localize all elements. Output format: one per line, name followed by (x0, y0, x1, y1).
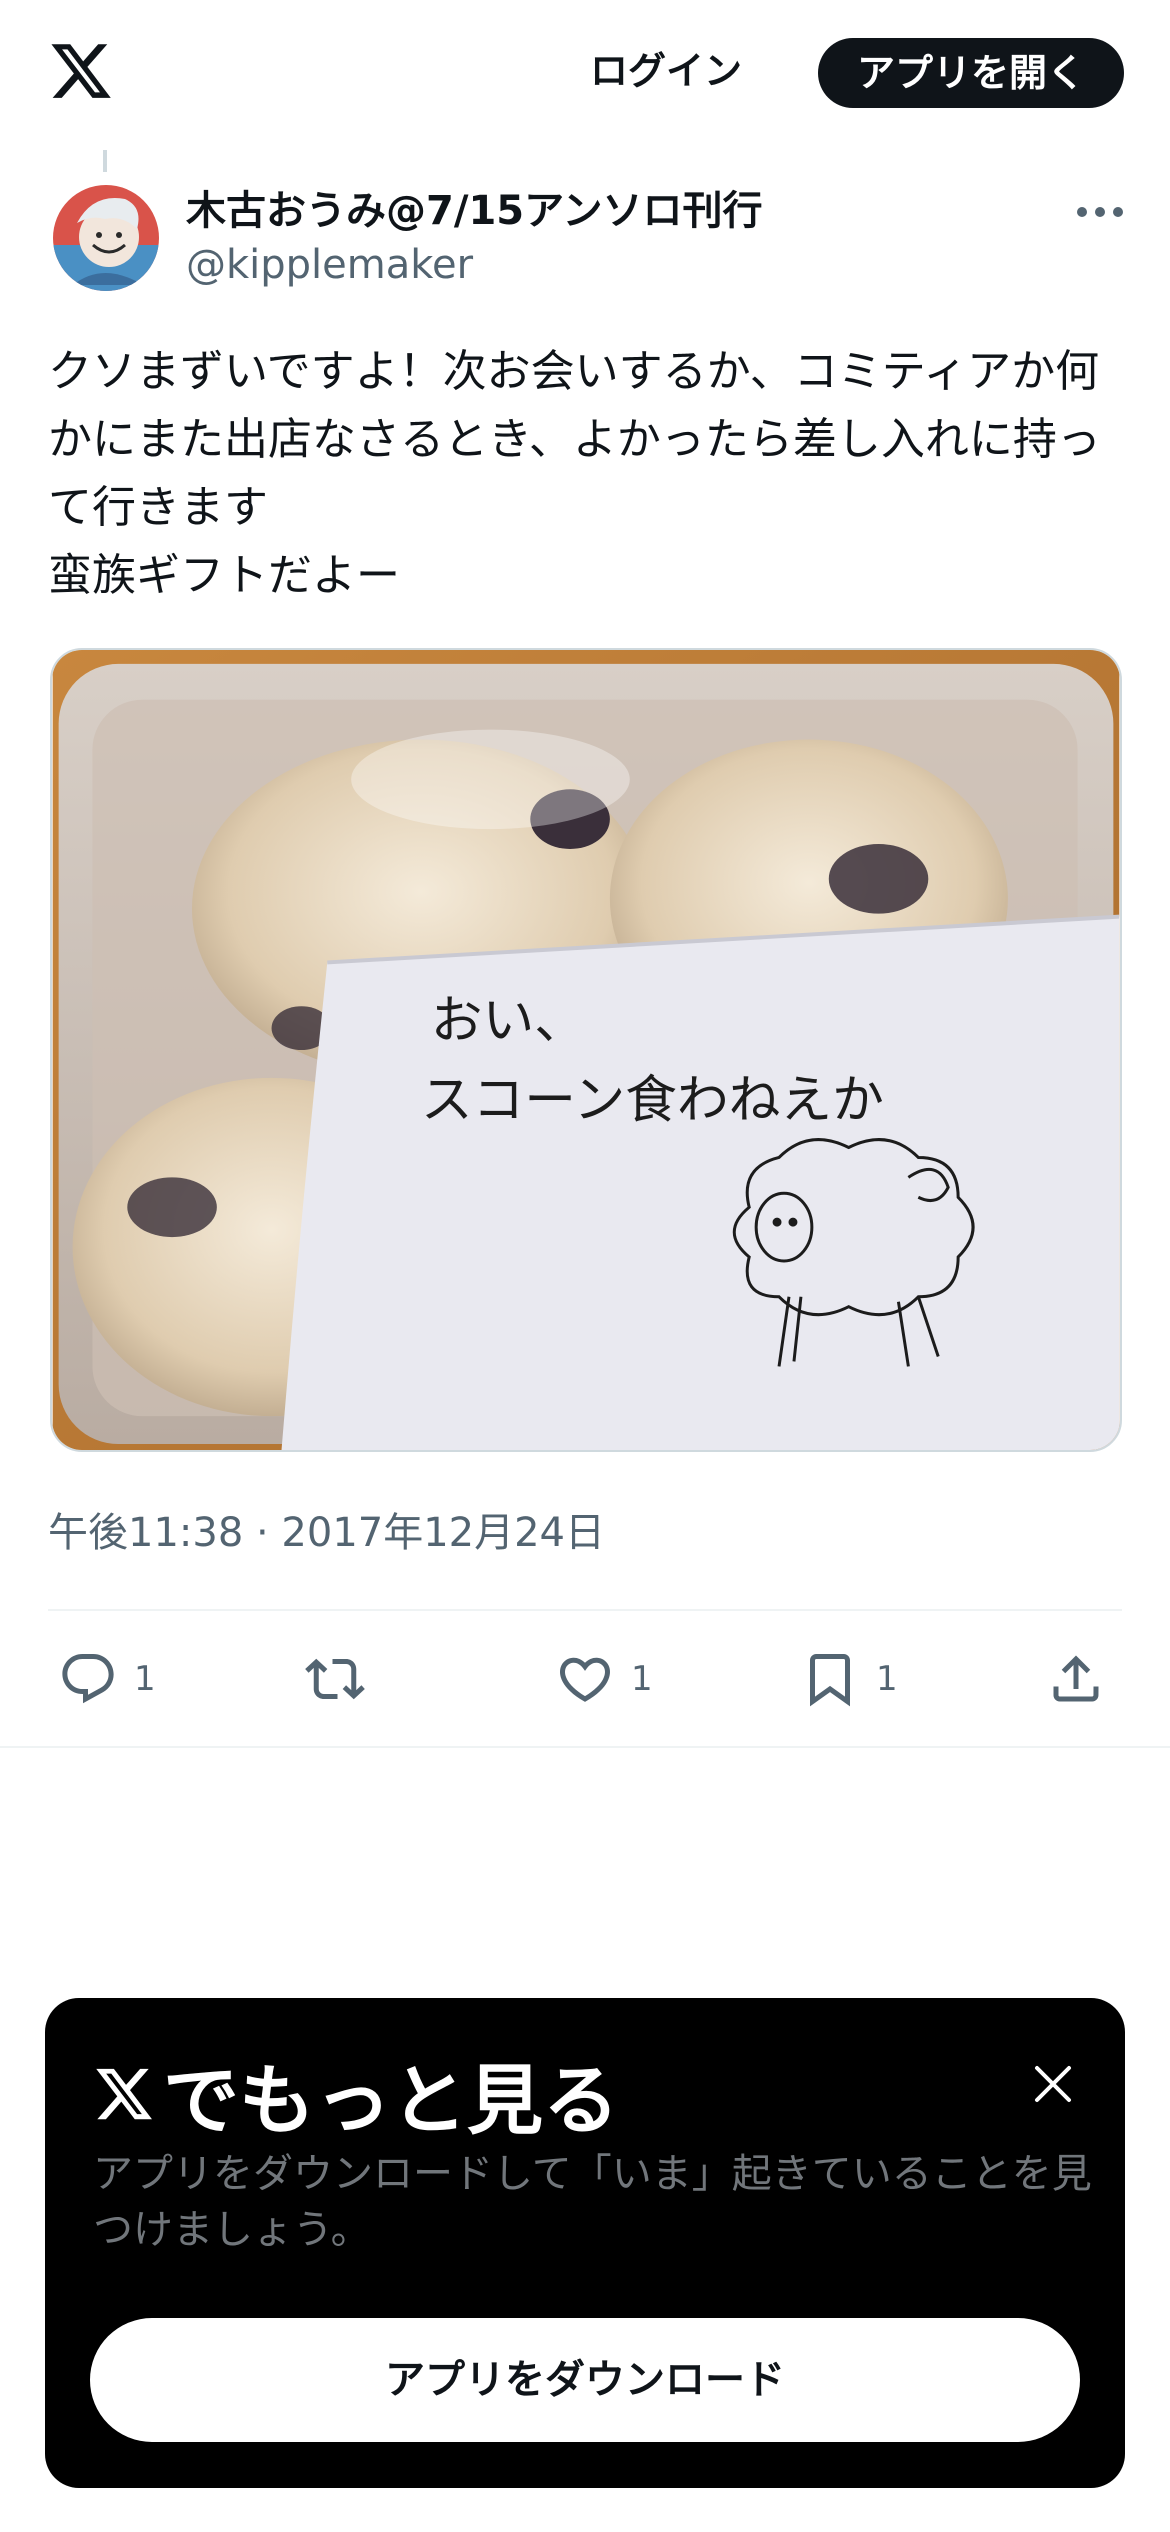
bookmark-icon (810, 1654, 850, 1707)
x-logo-icon[interactable] (48, 38, 114, 104)
bookmark-button[interactable]: 1 (800, 1644, 898, 1714)
download-app-button[interactable]: アプリをダウンロード (90, 2318, 1080, 2442)
note-text-line1: おい、 (431, 991, 586, 1051)
like-button[interactable]: 1 (555, 1644, 653, 1714)
share-button[interactable] (1046, 1644, 1106, 1714)
bookmark-count: 1 (876, 1659, 898, 1699)
login-link[interactable]: ログイン (590, 38, 742, 104)
tweet-timestamp[interactable]: 午後11:38 · 2017年12月24日 (48, 1500, 605, 1558)
promo-title-text: でもっと見る (163, 2056, 619, 2145)
top-bar: ログイン アプリを開く (0, 0, 1170, 140)
promo-description: アプリをダウンロードして「いま」起きていることを見つけましょう。 (93, 2151, 1092, 2253)
display-name[interactable]: 木古おうみ@7/15アンソロ刊行 (186, 178, 763, 236)
reply-button[interactable]: 1 (58, 1644, 156, 1714)
reply-icon (62, 1654, 114, 1704)
tweet-media-image[interactable]: おい、 スコーン食わねえか (50, 648, 1122, 1452)
open-app-button[interactable]: アプリを開く (818, 38, 1124, 108)
repost-icon (305, 1658, 365, 1700)
x-logo-icon (96, 2068, 152, 2120)
heart-icon (559, 1657, 611, 1702)
note-text-line2: スコーン食わねえか (421, 1071, 884, 1131)
promo-title: でもっと見る (93, 2044, 619, 2145)
section-divider (0, 1746, 1170, 1748)
repost-button[interactable] (305, 1644, 381, 1714)
reply-count: 1 (134, 1659, 156, 1699)
like-count: 1 (631, 1659, 653, 1699)
avatar[interactable] (53, 185, 159, 291)
thread-line (103, 150, 107, 172)
app-promo-sheet: でもっと見る アプリをダウンロードして「いま」起きていることを見つけましょう。 … (45, 1998, 1125, 2488)
more-options-icon[interactable] (1070, 190, 1130, 234)
user-handle[interactable]: @kipplemaker (186, 242, 473, 288)
share-icon (1053, 1655, 1099, 1702)
close-icon[interactable] (1025, 2056, 1081, 2112)
tweet-text: クソまずいですよ！次お会いするか、コミティアか何かにまた出店なさるとき、よかった… (48, 346, 1101, 601)
divider (48, 1609, 1122, 1611)
